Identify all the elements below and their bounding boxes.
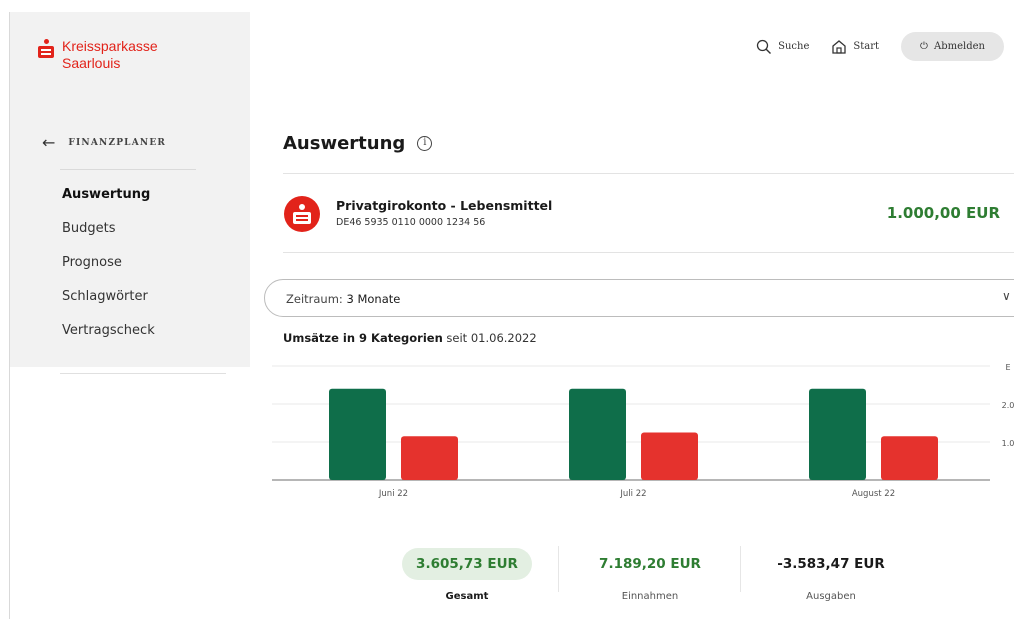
search-link[interactable]: Suche [756,39,809,55]
start-link[interactable]: Start [831,39,879,55]
power-icon: ⏻ [920,41,928,52]
sidebar-divider-bottom [60,373,226,374]
brand-line2: Saarlouis [62,55,121,71]
expense-bar [881,436,938,480]
total-ausgaben: -3.583,47 EUR Ausgaben [761,556,901,602]
account-iban: DE46 5935 0110 0000 1234 56 [336,217,486,228]
top-actions: Suche Start ⏻ Abmelden [756,32,1004,61]
sidebar: Kreissparkasse Saarlouis ← FINANZPLANER … [10,12,250,374]
expense-bar [641,432,698,480]
brand-logo[interactable]: Kreissparkasse Saarlouis [38,38,158,72]
period-label: Zeitraum: 3 Monate [286,292,400,306]
total-gesamt: 3.605,73 EUR Gesamt [402,548,532,602]
divider [283,252,1014,253]
sparkasse-logo-icon [38,39,54,58]
back-label: FINANZPLANER [68,138,167,148]
x-tick-label: Juli 22 [619,489,646,499]
y-tick-label: E [1005,363,1010,372]
sidebar-item-schlagwoerter[interactable]: Schlagwörter [62,288,155,322]
home-icon [832,39,847,54]
divider [283,173,1014,174]
x-tick-label: Juni 22 [378,489,408,499]
income-bar [809,388,866,480]
page-title: Auswertung i [283,133,433,154]
chevron-down-icon: ∨ [1002,289,1011,303]
income-bar [569,388,626,480]
total-gesamt-label: Gesamt [445,591,489,602]
arrow-left-icon: ← [42,133,56,152]
period-value: 3 Monate [346,292,401,306]
search-icon [756,39,772,54]
brand-line1: Kreissparkasse [62,38,158,54]
account-logo-icon [284,196,320,232]
sidebar-nav: Auswertung Budgets Prognose Schlagwörter… [62,186,155,356]
sidebar-item-auswertung[interactable]: Auswertung [62,186,155,220]
total-einnahmen-label: Einnahmen [621,591,679,602]
bar-chart: E 2.0 1.0 Juni 22 Juli 22 August 22 [272,363,1014,499]
account-balance: 1.000,00 EUR [886,204,1000,222]
total-ausgaben-label: Ausgaben [806,591,856,602]
total-gesamt-value: 3.605,73 EUR [402,548,532,580]
totals-divider [740,546,741,592]
total-einnahmen-value: 7.189,20 EUR [599,556,701,572]
totals-divider [558,546,559,592]
total-einnahmen: 7.189,20 EUR Einnahmen [580,556,720,602]
start-label: Start [853,41,879,52]
logout-button[interactable]: ⏻ Abmelden [901,32,1004,61]
back-to-finanzplaner[interactable]: ← FINANZPLANER [42,133,167,152]
sidebar-item-budgets[interactable]: Budgets [62,220,155,254]
expense-bar [401,436,458,480]
chart-caption-strong: Umsätze in 9 Kategorien [283,331,443,345]
brand-name: Kreissparkasse Saarlouis [62,38,158,72]
x-tick-label: August 22 [852,489,895,499]
income-bar [329,388,386,480]
y-tick-label: 2.0 [1002,401,1014,410]
search-label: Suche [778,41,810,52]
period-label-text: Zeitraum: [286,292,343,306]
account-name[interactable]: Privatgirokonto - Lebensmittel [336,198,552,213]
page-title-text: Auswertung [283,133,406,154]
chart-caption: Umsätze in 9 Kategorien seit 01.06.2022 [283,331,537,345]
period-select[interactable]: Zeitraum: 3 Monate ∨ [264,279,1014,317]
info-icon[interactable]: i [417,136,433,151]
sidebar-item-prognose[interactable]: Prognose [62,254,155,288]
sidebar-divider [60,169,196,170]
y-tick-label: 1.0 [1002,439,1014,448]
logout-label: Abmelden [933,41,985,52]
sidebar-item-vertragscheck[interactable]: Vertragscheck [62,322,155,356]
chart-caption-rest: seit 01.06.2022 [442,331,537,345]
total-ausgaben-value: -3.583,47 EUR [777,556,885,572]
